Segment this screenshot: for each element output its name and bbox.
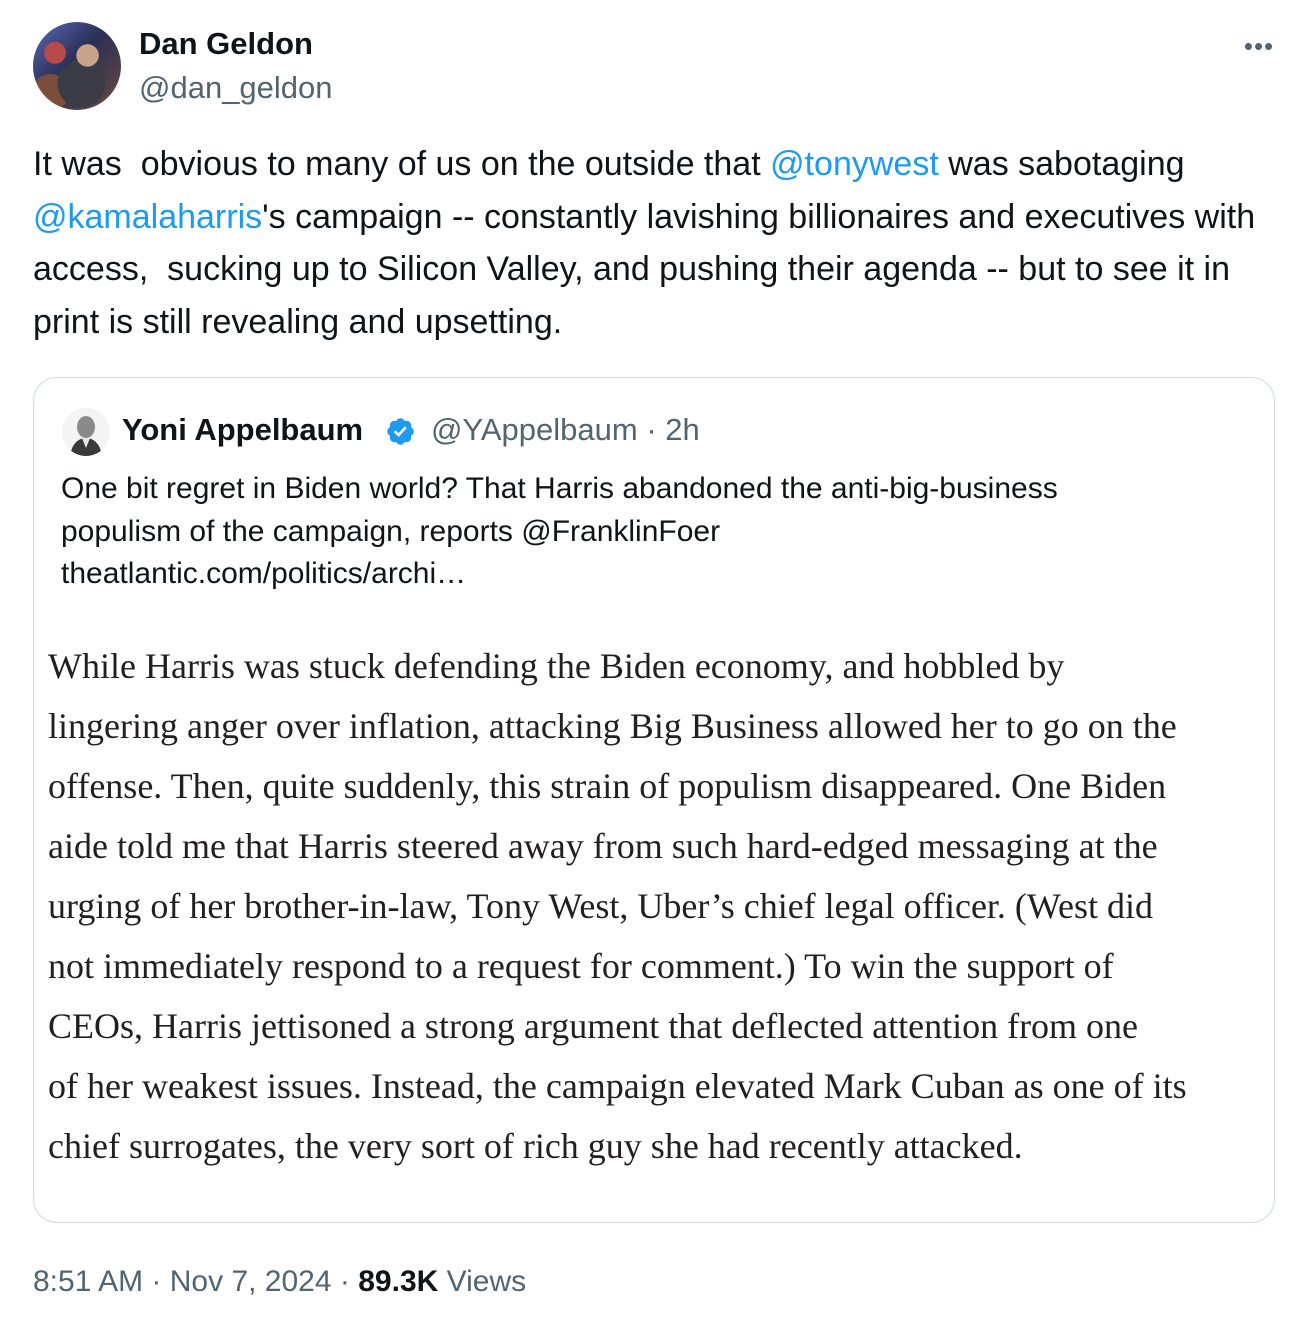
excerpt-line: While Harris was stuck defending the Bid… [48,646,1065,686]
more-options-button[interactable]: ••• [1239,26,1279,66]
excerpt-line: aide told me that Harris steered away fr… [48,826,1158,866]
footer-separator: · [151,1265,162,1298]
excerpt-line: urging of her brother-in-law, Tony West,… [48,886,1153,926]
excerpt-line: lingering anger over inflation, attackin… [48,706,1177,746]
article-excerpt-image[interactable]: While Harris was stuck defending the Bid… [48,636,1268,1176]
footer-separator: · [339,1265,350,1298]
tweet-text: It was obvious to many of us on the outs… [33,138,1283,348]
tweet-text-segment: was sabotaging [938,145,1194,183]
author-handle[interactable]: @dan_geldon [139,68,333,108]
meta-separator: · [646,412,657,447]
tweet-header: Dan Geldon @dan_geldon ••• [33,22,1283,112]
mention-link-kamalaharris[interactable]: @kamalaharris [33,198,262,236]
quote-author-meta: @YAppelbaum · 2h [431,410,700,450]
views-count[interactable]: 89.3K [358,1265,438,1298]
quote-text-line: One bit regret in Biden world? That Harr… [61,472,1058,505]
quote-text-line: populism of the campaign, reports @Frank… [61,514,721,548]
quoted-tweet-card[interactable]: Yoni Appelbaum @YAppelbaum · 2h One bit … [33,377,1275,1223]
mention-link-tonywest[interactable]: @tonywest [770,145,939,183]
excerpt-line: chief surrogates, the very sort of rich … [48,1126,1023,1166]
excerpt-line: offense. Then, quite suddenly, this stra… [48,766,1167,806]
tweet-time[interactable]: 8:51 AM [33,1265,143,1298]
verified-badge-icon [387,418,414,445]
excerpt-line: CEOs, Harris jettisoned a strong argumen… [48,1006,1139,1046]
tweet-date[interactable]: Nov 7, 2024 [170,1265,332,1298]
author-name[interactable]: Dan Geldon [139,24,313,64]
tweet-text-segment: It was obvious to many of us on the outs… [33,145,771,183]
portrait-avatar-image [62,408,110,456]
tweet-footer: 8:51 AM · Nov 7, 2024 · 89.3K Views [33,1262,526,1302]
views-label: Views [446,1265,527,1298]
quote-author-avatar[interactable] [62,408,110,456]
quote-author-name[interactable]: Yoni Appelbaum [122,410,363,450]
excerpt-line: of her weakest issues. Instead, the camp… [48,1066,1187,1106]
author-avatar[interactable] [33,22,121,110]
more-horizontal-icon: ••• [1243,31,1275,61]
quote-timestamp[interactable]: 2h [665,412,699,447]
quote-author-handle[interactable]: @YAppelbaum [431,412,638,447]
excerpt-line: not immediately respond to a request for… [48,946,1114,986]
quote-text: One bit regret in Biden world? That Harr… [61,468,1241,596]
quote-link[interactable]: theatlantic.com/politics/archi… [61,553,1241,596]
